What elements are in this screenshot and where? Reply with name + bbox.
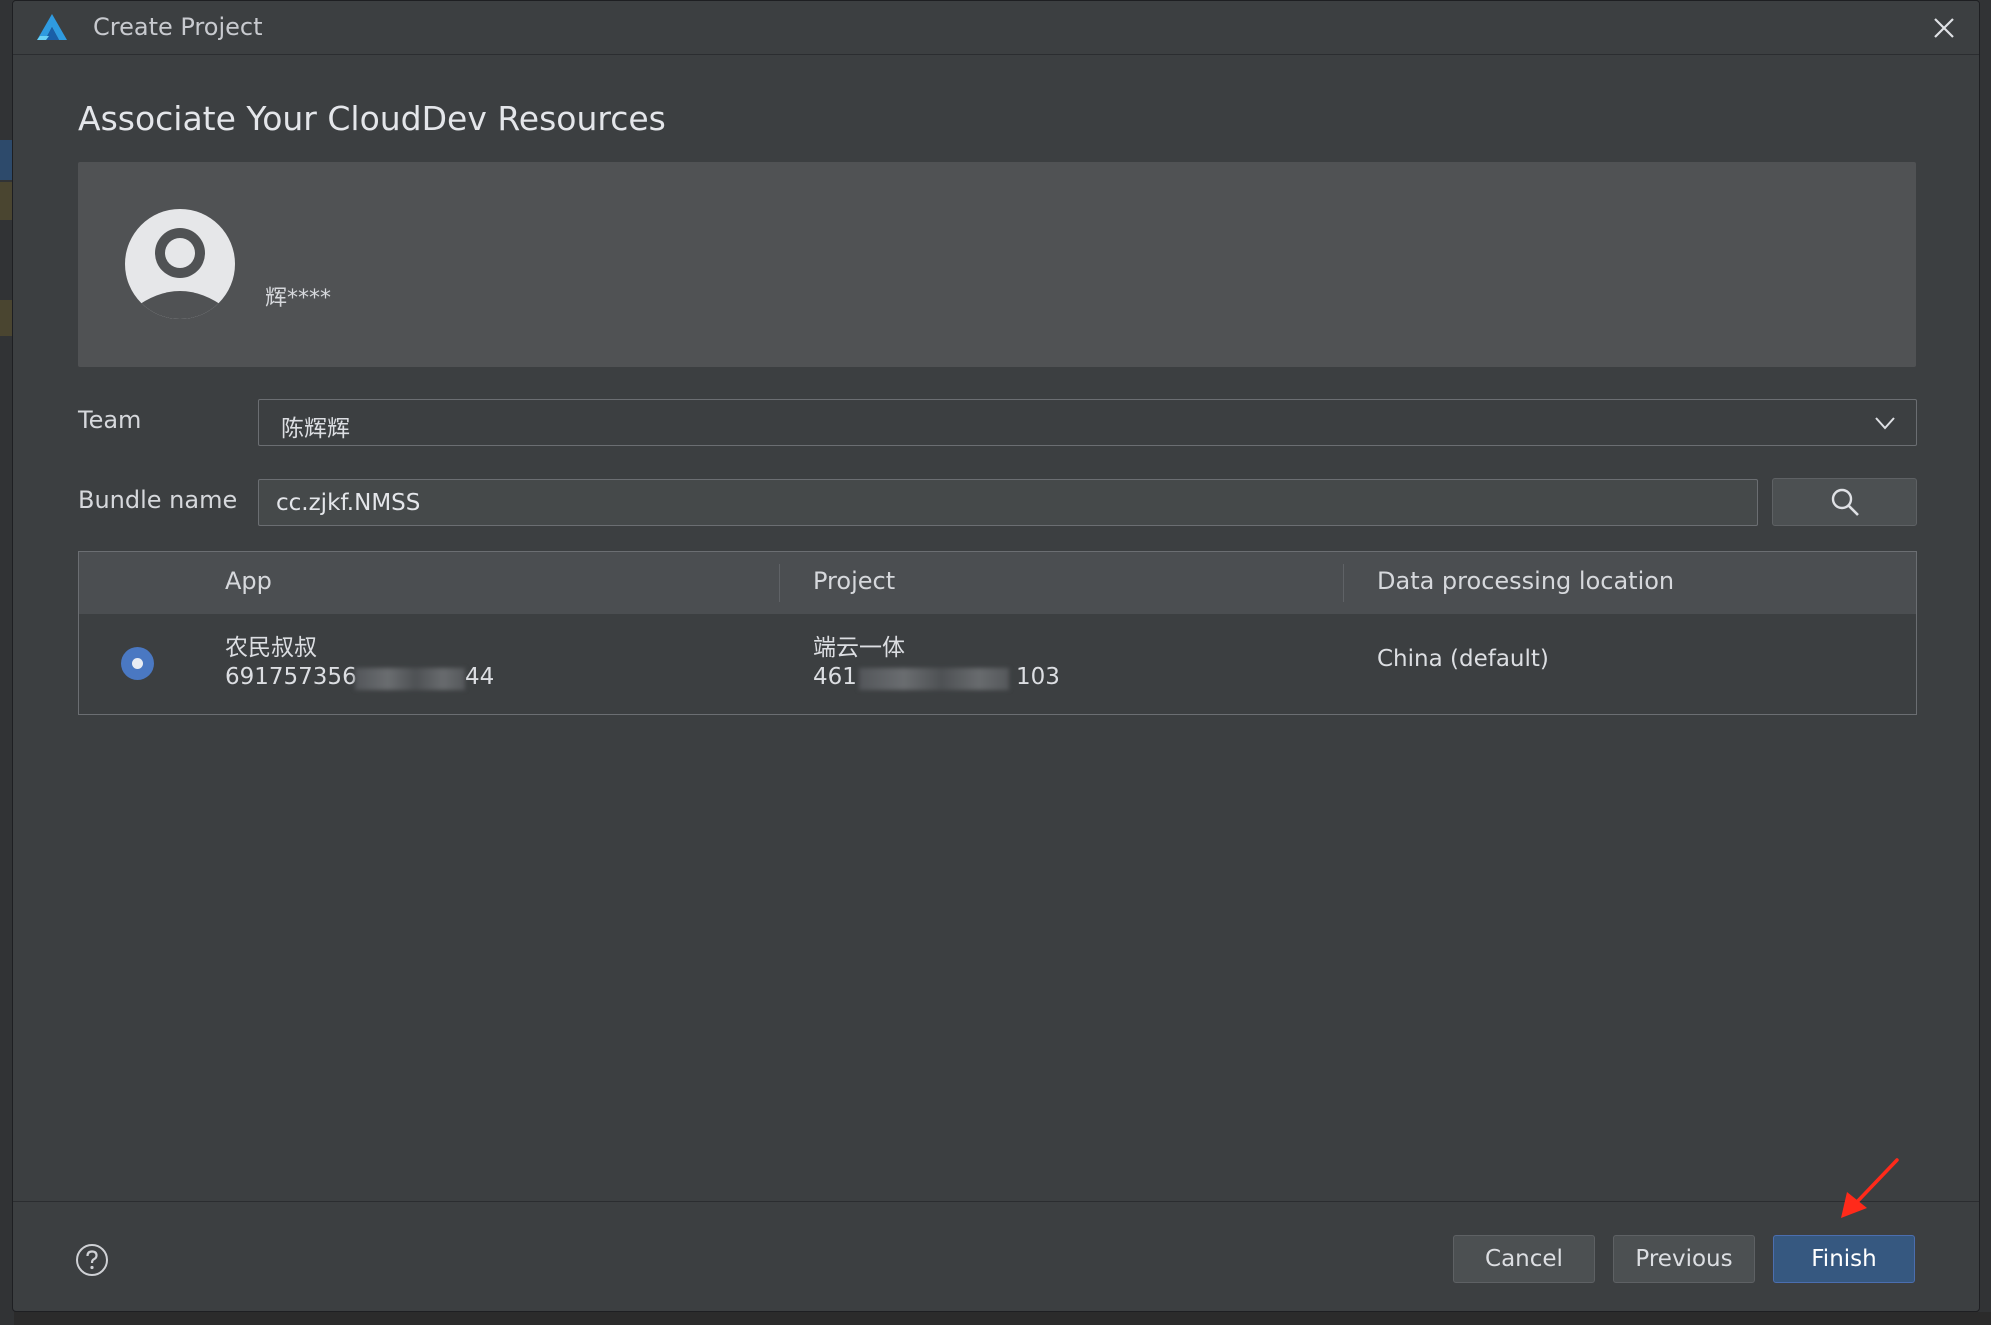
app-name: 农民叔叔 [225,635,317,661]
background-window-edge-bottom [14,1312,1991,1325]
annotation-arrow-icon [1841,1158,1899,1218]
cancel-button[interactable]: Cancel [1453,1235,1595,1283]
column-divider [1343,564,1344,602]
previous-button[interactable]: Previous [1613,1235,1755,1283]
help-icon[interactable] [75,1243,109,1277]
project-id-prefix: 461 [813,664,857,690]
bundle-name-input[interactable] [258,479,1758,526]
data-location: China (default) [1377,646,1549,672]
deveco-logo-icon [37,14,67,40]
column-header-location: Data processing location [1377,567,1675,595]
project-id-suffix: 103 [1016,664,1060,690]
radio-selected-dot [132,658,143,669]
background-strip [0,300,12,336]
dialog-title: Create Project [93,13,263,41]
create-project-dialog: Create Project Associate Your CloudDev R… [12,0,1980,1312]
team-select[interactable]: 陈辉辉 [258,399,1917,446]
column-header-app: App [225,567,272,595]
close-button[interactable] [1927,11,1961,45]
column-header-project: Project [813,567,896,595]
account-card: 辉**** [78,162,1916,367]
chevron-down-icon [1875,417,1895,430]
finish-button[interactable]: Finish [1773,1235,1915,1283]
app-id-suffix: 44 [465,664,495,690]
row-radio-button[interactable] [121,647,154,680]
table-row[interactable]: 农民叔叔 691757356 44 端云一体 461 103 China (de… [79,614,1916,714]
background-strip [0,140,12,180]
team-label: Team [78,406,142,434]
app-id-prefix: 691757356 [225,664,357,690]
project-id-redaction [859,668,1009,690]
search-icon [1831,488,1859,516]
account-username: 辉**** [265,286,332,311]
user-avatar-icon [125,209,235,319]
column-divider [779,564,780,602]
background-strip [0,182,12,220]
dialog-titlebar: Create Project [13,1,1979,55]
page-title: Associate Your CloudDev Resources [78,99,666,138]
team-select-value: 陈辉辉 [281,416,350,442]
app-id-redaction [355,668,465,690]
project-name: 端云一体 [813,635,905,661]
close-icon [1934,18,1954,38]
search-button[interactable] [1772,478,1917,526]
footer-divider [13,1201,1979,1202]
table-header: App Project Data processing location [79,552,1916,614]
bundle-name-label: Bundle name [78,486,238,514]
resources-table: App Project Data processing location 农民叔… [78,551,1917,715]
